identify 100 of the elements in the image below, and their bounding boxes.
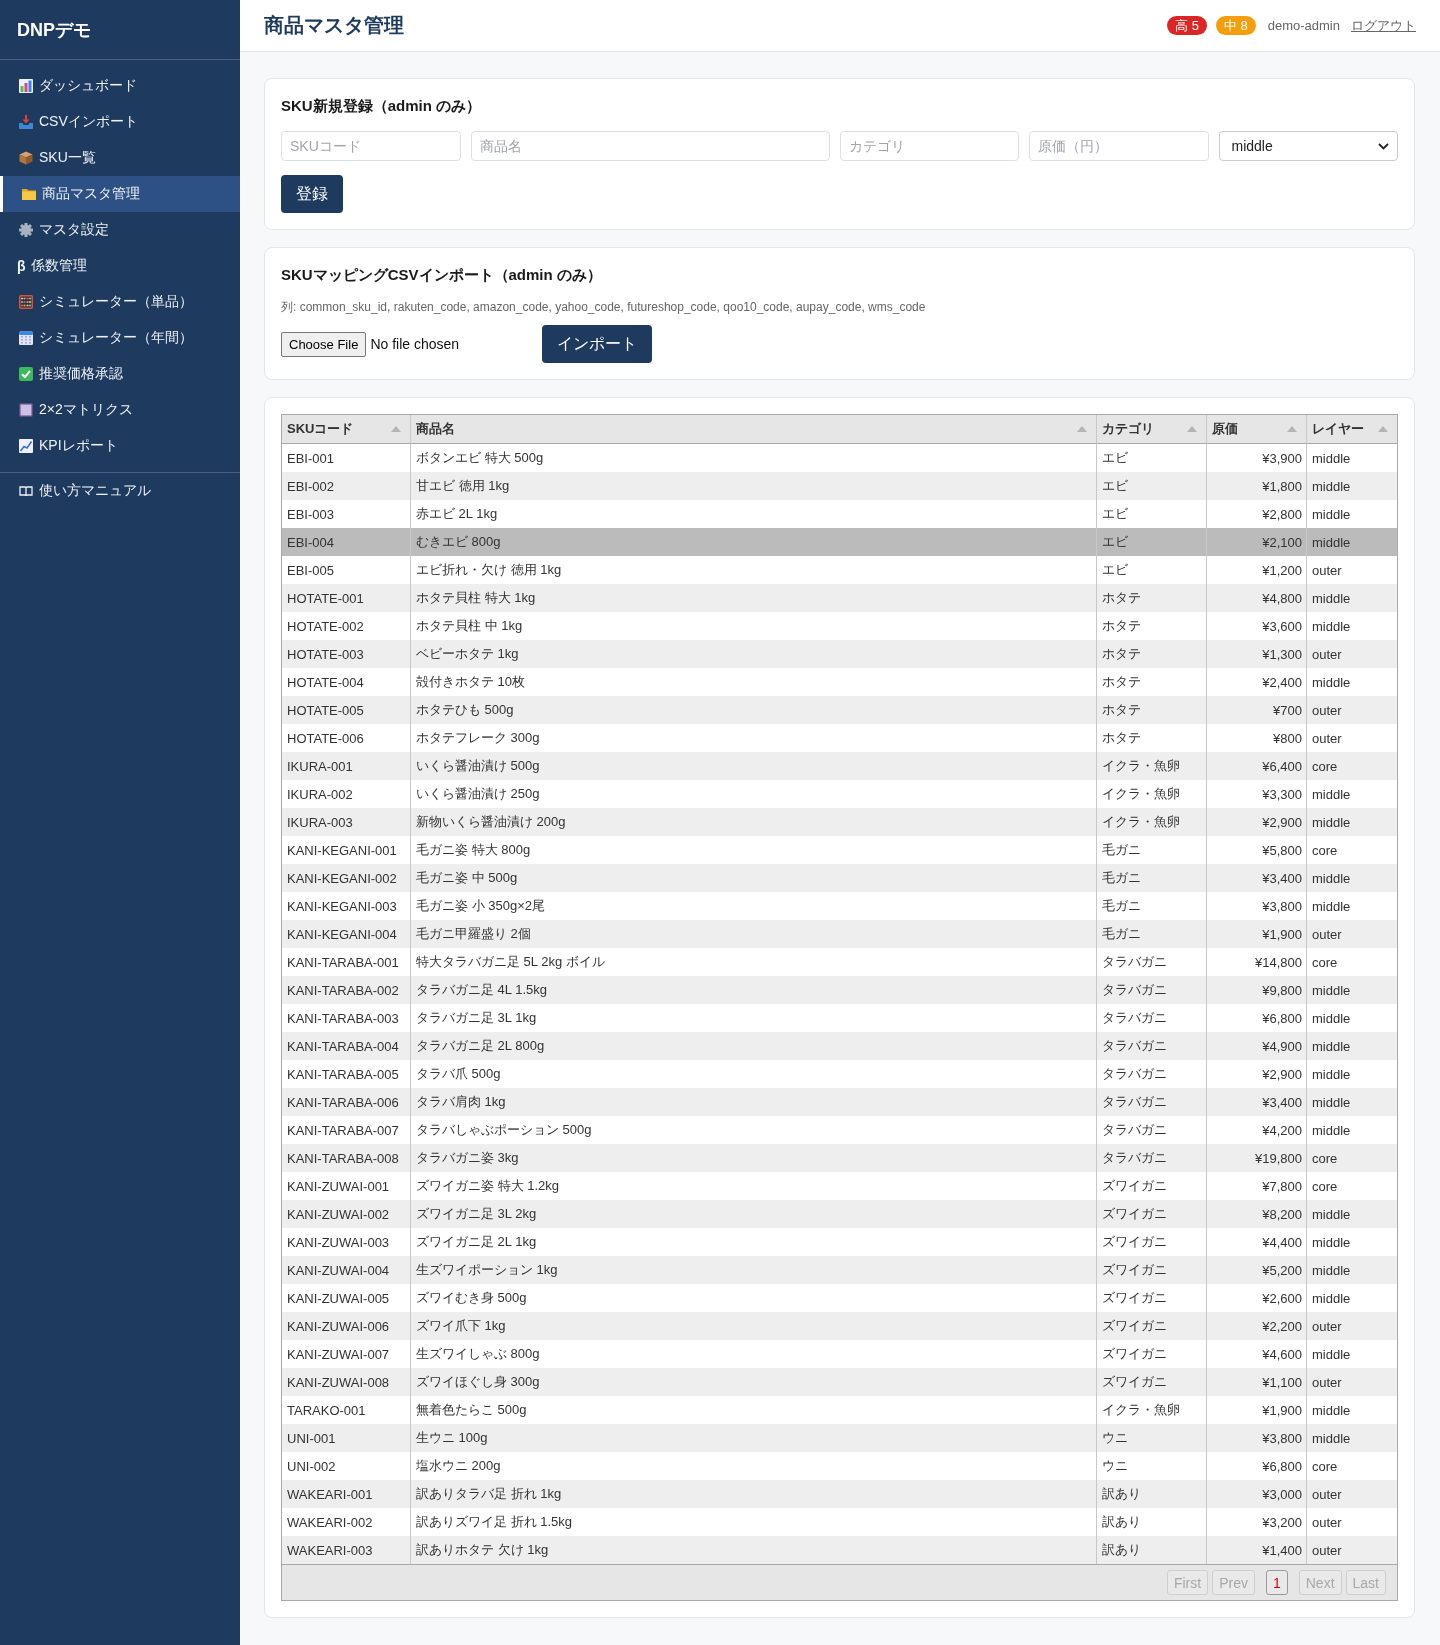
table-row[interactable]: EBI-002 甘エビ 徳用 1kg エビ ¥1,800 middle — [282, 472, 1397, 500]
table-cell-text: middle — [1311, 1009, 1352, 1028]
table-cell-text: core — [1311, 1149, 1339, 1168]
user-name: demo-admin — [1267, 18, 1340, 33]
sort-icon — [1187, 426, 1197, 432]
book-icon — [19, 484, 33, 498]
table-row[interactable]: EBI-004 むきエビ 800g エビ ¥2,100 middle — [282, 528, 1397, 556]
table-row[interactable]: IKURA-003 新物いくら醤油漬け 200g イクラ・魚卵 ¥2,900 middle — [282, 808, 1397, 836]
chevron-down-icon — [1378, 142, 1389, 150]
choose-file-button[interactable]: Choose File — [281, 331, 367, 357]
table-cell-text: middle — [1311, 897, 1352, 916]
table-row[interactable]: WAKEARI-001 訳ありタラバ足 折れ 1kg 訳あり ¥3,000 outer — [282, 1480, 1397, 1508]
table-row[interactable]: KANI-TARABA-008 タラバガニ姿 3kg タラバガニ ¥19,800 core — [282, 1144, 1397, 1172]
table-row[interactable]: KANI-ZUWAI-002 ズワイガニ足 3L 2kg ズワイガニ ¥8,200 middle — [282, 1200, 1397, 1228]
table-row[interactable]: HOTATE-005 ホタテひも 500g ホタテ ¥700 outer — [282, 696, 1397, 724]
beta-icon: β — [17, 258, 26, 274]
table-row[interactable]: KANI-TARABA-002 タラバガニ足 4L 1.5kg タラバガニ ¥9,800 middle — [282, 976, 1397, 1004]
file-status-text: No file chosen — [370, 336, 460, 352]
table-row[interactable]: KANI-KEGANI-002 毛ガニ姿 中 500g 毛ガニ ¥3,400 middle — [282, 864, 1397, 892]
table-row[interactable]: KANI-ZUWAI-008 ズワイほぐし身 300g ズワイガニ ¥1,100 outer — [282, 1368, 1397, 1396]
register-button[interactable]: 登録 — [281, 175, 343, 213]
table-cell-text: middle — [1311, 449, 1352, 468]
calendar-icon — [19, 331, 33, 345]
table-cell-text: middle — [1311, 1261, 1352, 1280]
table-cell-text: middle — [1311, 1345, 1352, 1364]
table-row[interactable]: KANI-ZUWAI-006 ズワイ爪下 1kg ズワイガニ ¥2,200 outer — [282, 1312, 1397, 1340]
table-cell-text: middle — [1311, 589, 1352, 608]
select-field[interactable]: middle — [1218, 131, 1398, 161]
page-number-button[interactable]: 1 — [1265, 1570, 1288, 1595]
table-cell-text: core — [1311, 953, 1339, 972]
input-field[interactable]: カテゴリ — [839, 131, 1019, 161]
table-cell-text: outer — [1311, 1513, 1343, 1532]
settings-gear-icon — [19, 223, 33, 237]
table-row[interactable]: WAKEARI-003 訳ありホタテ 欠け 1kg 訳あり ¥1,400 outer — [282, 1536, 1397, 1564]
table-cell-text: middle — [1311, 673, 1352, 692]
input-field[interactable]: SKUコード — [281, 131, 461, 161]
sort-icon — [1077, 426, 1087, 432]
logout-link[interactable]: ログアウト — [1351, 16, 1416, 35]
nav-item[interactable]: β 係数管理 — [0, 248, 240, 284]
table-row[interactable]: KANI-TARABA-004 タラバガニ足 2L 800g タラバガニ ¥4,900 middle — [282, 1032, 1397, 1060]
table-cell-text: outer — [1311, 1373, 1343, 1392]
nav-item[interactable]: 使い方マニュアル — [0, 473, 240, 509]
table-cell-text: core — [1311, 757, 1339, 776]
nav-item[interactable]: マスタ設定 — [0, 212, 240, 248]
sort-icon — [1378, 426, 1388, 432]
input-field[interactable]: 商品名 — [470, 131, 830, 161]
table-cell-text: middle — [1311, 505, 1352, 524]
table-cell-text: middle — [1311, 869, 1352, 888]
column-header[interactable]: 商品名 — [411, 415, 1097, 444]
alert-badge: 高 5 — [1167, 16, 1207, 35]
table-cell-text: outer — [1311, 701, 1343, 720]
table-cell-text: outer — [1311, 729, 1343, 748]
table-row[interactable]: IKURA-001 いくら醤油漬け 500g イクラ・魚卵 ¥6,400 core — [282, 752, 1397, 780]
nav-item[interactable]: SKU一覧 — [0, 140, 240, 176]
column-hint-text: 列: common_sku_id, rakuten_code, amazon_code, yahoo_code, futureshop_code, qoo10_code, aupay_code, wms_code — [281, 299, 927, 316]
table-cell-text: middle — [1311, 1093, 1352, 1112]
table-cell-text: middle — [1311, 981, 1352, 1000]
table-row[interactable]: KANI-ZUWAI-004 生ズワイポーション 1kg ズワイガニ ¥5,200 middle — [282, 1256, 1397, 1284]
square-icon — [19, 403, 33, 417]
table-cell-text: outer — [1311, 925, 1343, 944]
table-cell-text: core — [1311, 1457, 1339, 1476]
sort-icon — [391, 426, 401, 432]
sort-icon — [1287, 426, 1297, 432]
table-cell-text: core — [1311, 841, 1339, 860]
table-row[interactable]: KANI-TARABA-006 タラバ肩肉 1kg タラバガニ ¥3,400 middle — [282, 1088, 1397, 1116]
import-button[interactable]: インポート — [542, 325, 652, 363]
table-cell-text: middle — [1311, 533, 1352, 552]
table-row[interactable]: HOTATE-003 ベビーホタテ 1kg ホタテ ¥1,300 outer — [282, 640, 1397, 668]
inbox-tray-icon — [19, 115, 33, 129]
folder-icon — [22, 187, 36, 201]
table-cell-text: outer — [1311, 1485, 1343, 1504]
nav-item[interactable]: KPIレポート — [0, 428, 240, 464]
table-cell-text: outer — [1311, 561, 1343, 580]
column-header[interactable]: SKUコード — [282, 415, 411, 444]
nav-item[interactable]: シミュレーター（年間） — [0, 320, 240, 356]
nav-item[interactable]: 推奨価格承認 — [0, 356, 240, 392]
table-cell-text: middle — [1311, 617, 1352, 636]
nav-item[interactable]: 2×2マトリクス — [0, 392, 240, 428]
table-cell-text: middle — [1311, 1401, 1352, 1420]
nav-item[interactable]: シミュレーター（単品） — [0, 284, 240, 320]
nav-item[interactable]: CSVインポート — [0, 104, 240, 140]
table-row[interactable]: KANI-KEGANI-004 毛ガニ甲羅盛り 2個 毛ガニ ¥1,900 outer — [282, 920, 1397, 948]
line-chart-icon — [19, 439, 33, 453]
abacus-icon — [19, 295, 33, 309]
column-header[interactable]: レイヤー — [1307, 415, 1397, 444]
package-box-icon — [19, 151, 33, 165]
check-box-icon — [19, 367, 33, 381]
table-row[interactable]: UNI-001 生ウニ 100g ウニ ¥3,800 middle — [282, 1424, 1397, 1452]
card-title: SKU新規登録（admin のみ） — [281, 96, 482, 116]
table-cell-text: core — [1311, 1177, 1339, 1196]
table-row[interactable]: HOTATE-001 ホタテ貝柱 特大 1kg ホタテ ¥4,800 middle — [282, 584, 1397, 612]
column-header[interactable]: 原価 — [1207, 415, 1307, 444]
table-cell-text: middle — [1311, 1205, 1352, 1224]
table-cell-text: middle — [1311, 1233, 1352, 1252]
column-header[interactable]: カテゴリ — [1097, 415, 1207, 444]
nav-item[interactable]: ダッシュボード — [0, 68, 240, 104]
nav-item[interactable]: 商品マスタ管理 — [0, 176, 240, 212]
input-field[interactable]: 原価（円） — [1029, 131, 1209, 161]
table-cell-text: middle — [1311, 813, 1352, 832]
table-cell-text: middle — [1311, 1065, 1352, 1084]
